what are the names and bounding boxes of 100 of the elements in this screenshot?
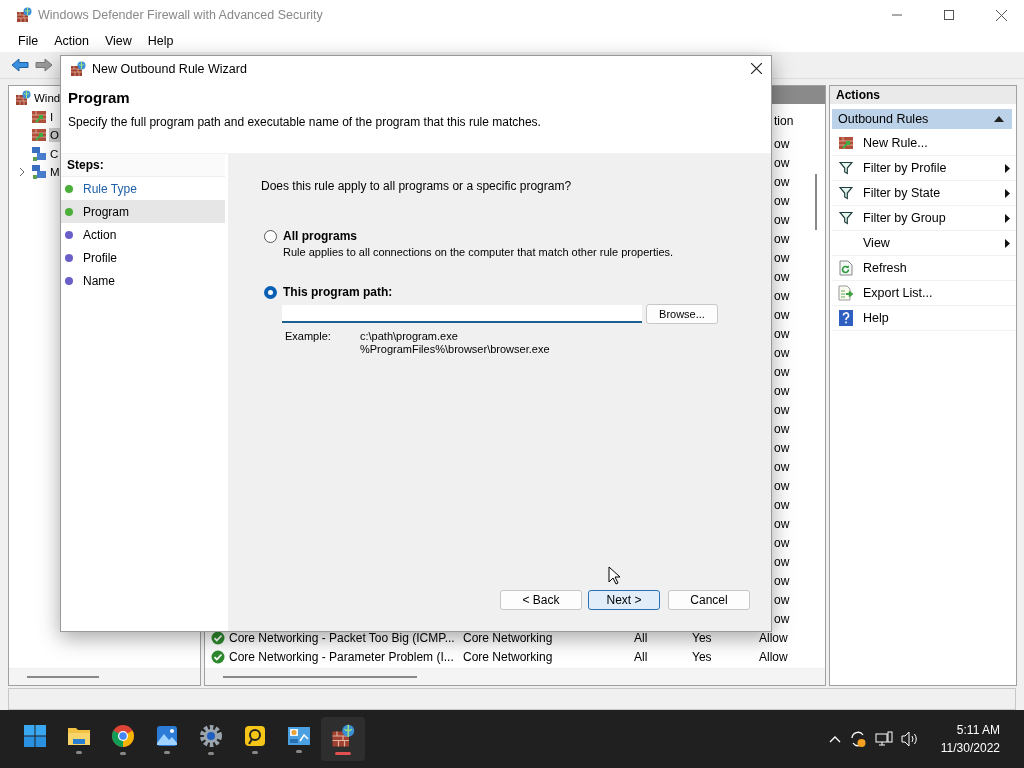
sync-icon[interactable] xyxy=(848,730,867,748)
computers-icon xyxy=(31,145,47,162)
section-header[interactable]: Outbound Rules xyxy=(832,109,1012,129)
maximize-icon xyxy=(944,10,954,20)
dashboard-icon xyxy=(287,725,311,746)
program-path-field[interactable] xyxy=(282,305,642,323)
table-cell-text: Core Networking - Parameter Problem (I... xyxy=(229,649,455,664)
browse-button[interactable]: Browse... xyxy=(646,304,718,324)
scrollbar-thumb[interactable] xyxy=(27,676,99,678)
tree-item[interactable]: M xyxy=(49,165,61,180)
radio-button[interactable] xyxy=(264,230,277,243)
clock-date[interactable]: 11/30/2022 xyxy=(940,739,1000,757)
page-heading: Program xyxy=(68,89,131,106)
steps-title: Steps: xyxy=(67,158,104,172)
command-item[interactable]: Refresh xyxy=(832,256,1016,281)
table-cell-text: ow xyxy=(774,516,791,531)
option-description: Rule applies to all connections on the computer that match other rule properties. xyxy=(283,246,674,258)
table-cell-text: ow xyxy=(774,535,791,550)
step-label: Program xyxy=(83,204,129,219)
forward-button[interactable] xyxy=(34,57,54,73)
table-cell-text: ow xyxy=(774,345,791,360)
table-cell-text: ow xyxy=(774,383,791,398)
chevron-up-icon[interactable] xyxy=(828,735,841,743)
radio-button[interactable] xyxy=(264,286,277,299)
table-cell-text: ow xyxy=(774,288,791,303)
menu-item[interactable]: Help xyxy=(139,34,182,48)
command-item[interactable]: Filter by Profile xyxy=(832,156,1016,181)
table-cell-text: Yes xyxy=(692,630,713,645)
step-label: Action xyxy=(83,227,117,242)
table-cell-text: ow xyxy=(774,573,791,588)
filter-icon xyxy=(839,161,853,175)
clock-time[interactable]: 5:11 AM xyxy=(956,721,1000,739)
tree-item[interactable]: I xyxy=(49,109,55,124)
step-link: Rule Type xyxy=(83,181,137,196)
gear-icon xyxy=(199,723,223,748)
table-cell-text: ow xyxy=(774,136,791,151)
step-item[interactable]: Action xyxy=(61,223,225,246)
example-path: %ProgramFiles%\browser\browser.exe xyxy=(360,343,551,356)
table-cell-text: ow xyxy=(774,364,791,379)
table-cell-text: ow xyxy=(774,440,791,455)
command-item[interactable]: Filter by State xyxy=(832,181,1016,206)
table-cell-text: ow xyxy=(774,212,791,227)
table-cell-text: Yes xyxy=(692,649,713,664)
table-cell-text: Allow xyxy=(759,649,789,664)
table-cell-text: ow xyxy=(774,326,791,341)
brick-wall-icon xyxy=(838,135,854,151)
step-item[interactable]: Rule Type xyxy=(61,177,225,200)
tree-item[interactable]: C xyxy=(49,146,60,161)
step-item[interactable]: Name xyxy=(61,269,225,292)
table-cell-text: Core Networking - Packet Too Big (ICMP... xyxy=(229,630,456,645)
back-button[interactable] xyxy=(10,57,30,73)
command-item[interactable]: Help xyxy=(832,306,1016,331)
menu-item[interactable]: Action xyxy=(46,34,97,48)
refresh-icon xyxy=(839,260,853,276)
table-cell-text: All xyxy=(634,649,649,664)
collapsed-chevron-icon[interactable] xyxy=(19,167,25,178)
example-label: Example: xyxy=(285,330,332,344)
app-icon xyxy=(16,7,32,23)
command-item[interactable]: New Rule... xyxy=(832,131,1016,156)
table-cell-text: ow xyxy=(774,250,791,265)
step-item[interactable]: Profile xyxy=(61,246,225,269)
step-item[interactable]: Program xyxy=(61,200,225,223)
ring-icon xyxy=(111,723,135,748)
menu-item[interactable]: File xyxy=(10,34,47,48)
window-title: Windows Defender Firewall with Advanced Security xyxy=(38,8,324,22)
command-item[interactable]: Export List... xyxy=(832,281,1016,306)
tree-item[interactable]: O xyxy=(49,128,60,143)
table-cell-text: All xyxy=(634,630,649,645)
app-icon xyxy=(70,60,86,77)
section-title: Outbound Rules xyxy=(838,112,929,126)
speaker-icon[interactable] xyxy=(900,731,919,747)
table-cell-text: ow xyxy=(774,592,791,607)
command-item[interactable]: Filter by Group xyxy=(832,206,1016,231)
option-label[interactable]: All programs xyxy=(283,229,674,243)
table-cell-text: Core Networking xyxy=(463,649,554,664)
column-header[interactable]: tion xyxy=(774,114,819,128)
brick-wall-icon xyxy=(15,90,31,107)
table-cell-text: Allow xyxy=(759,630,789,645)
option-label[interactable]: This program path: xyxy=(283,285,393,299)
question-text: Does this rule apply to all programs or a specific program? xyxy=(261,179,573,193)
network-icon[interactable] xyxy=(874,731,893,747)
scrollbar-thumb[interactable] xyxy=(223,676,417,678)
step-label: Name xyxy=(83,273,115,288)
filter-icon xyxy=(839,186,853,200)
dialog-button[interactable]: Next > xyxy=(588,590,660,610)
table-cell-text: ow xyxy=(774,478,791,493)
taskbar-button[interactable] xyxy=(321,717,365,761)
dialog-button[interactable]: Cancel xyxy=(668,590,750,610)
forward-arrow-icon xyxy=(35,58,53,72)
menu-item[interactable]: View xyxy=(96,34,140,48)
table-cell-text: ow xyxy=(774,155,791,170)
table-cell-text: Core Networking xyxy=(463,630,554,645)
help-icon xyxy=(839,310,853,326)
dialog-button[interactable]: < Back xyxy=(500,590,582,610)
command-item[interactable]: View xyxy=(832,231,1016,256)
mountain-picture-icon xyxy=(156,724,178,747)
scrollbar-thumb[interactable] xyxy=(815,174,817,230)
table-cell-text: ow xyxy=(774,554,791,569)
page-description: Specify the full program path and executable name of the program that this rule matches. xyxy=(68,115,542,129)
tree-item[interactable]: Wind xyxy=(33,91,62,106)
